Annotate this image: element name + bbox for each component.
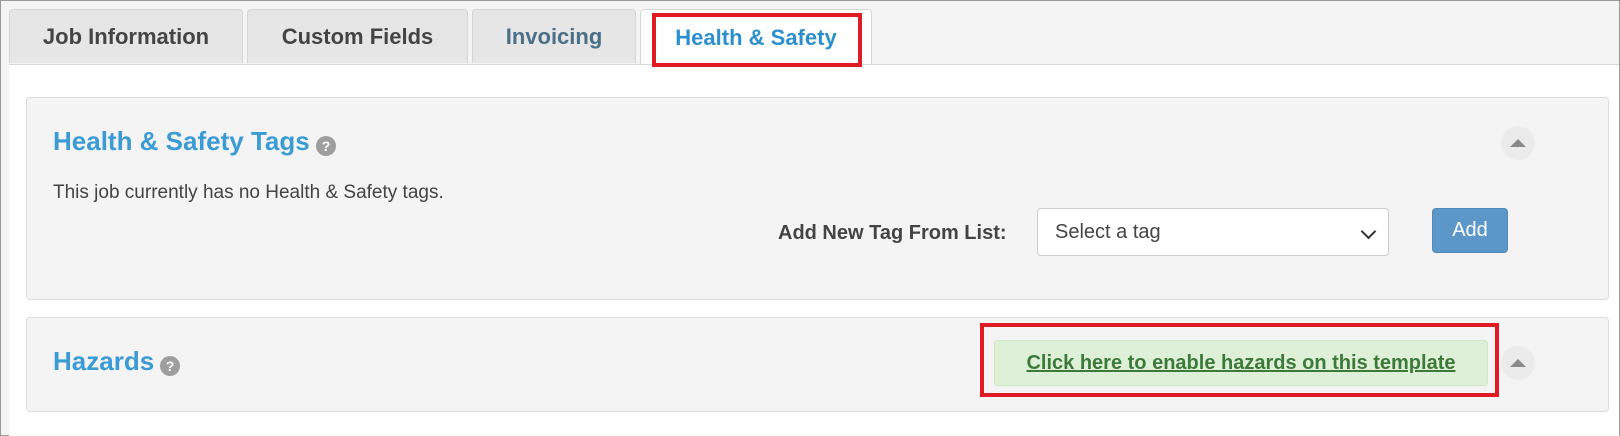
add-tag-button[interactable]: Add [1432,208,1508,253]
help-glyph: ? [321,138,331,154]
tab-job-information[interactable]: Job Information [9,9,243,63]
tag-select-dropdown[interactable]: Select a tag [1037,208,1389,256]
tab-content-panel: Health & Safety Tags ? This job currentl… [9,64,1619,436]
caret-up-icon [1510,359,1526,367]
caret-up-icon [1510,139,1526,147]
tab-label: Health & Safety [675,25,837,50]
hazards-section-title: Hazards [53,346,155,376]
tab-label: Job Information [42,23,210,49]
add-tag-label: Add New Tag From List: [778,222,1007,244]
chevron-down-icon [1360,223,1377,240]
collapse-tags-button[interactable] [1501,126,1535,160]
empty-tags-message: This job currently has no Health & Safet… [53,182,444,203]
enable-hazards-link[interactable]: Click here to enable hazards on this tem… [994,340,1488,386]
job-editor-frame: Job Information Custom Fields Invoicing … [0,0,1620,436]
tab-invoicing[interactable]: Invoicing [472,9,636,63]
question-circle-icon[interactable]: ? [160,356,180,376]
help-glyph: ? [165,358,175,374]
hazards-card: Hazards ? Click here to enable hazards o… [26,317,1609,412]
question-circle-icon[interactable]: ? [316,136,336,156]
tab-custom-fields[interactable]: Custom Fields [247,9,468,63]
collapse-hazards-button[interactable] [1501,346,1535,380]
health-safety-tags-card: Health & Safety Tags ? This job currentl… [26,97,1609,300]
tab-label: Custom Fields [281,23,434,49]
tab-health-safety[interactable]: Health & Safety [640,9,872,66]
tag-select-value: Select a tag [1055,220,1161,243]
tags-section-title: Health & Safety Tags [53,126,310,156]
tab-label: Invoicing [505,23,603,49]
